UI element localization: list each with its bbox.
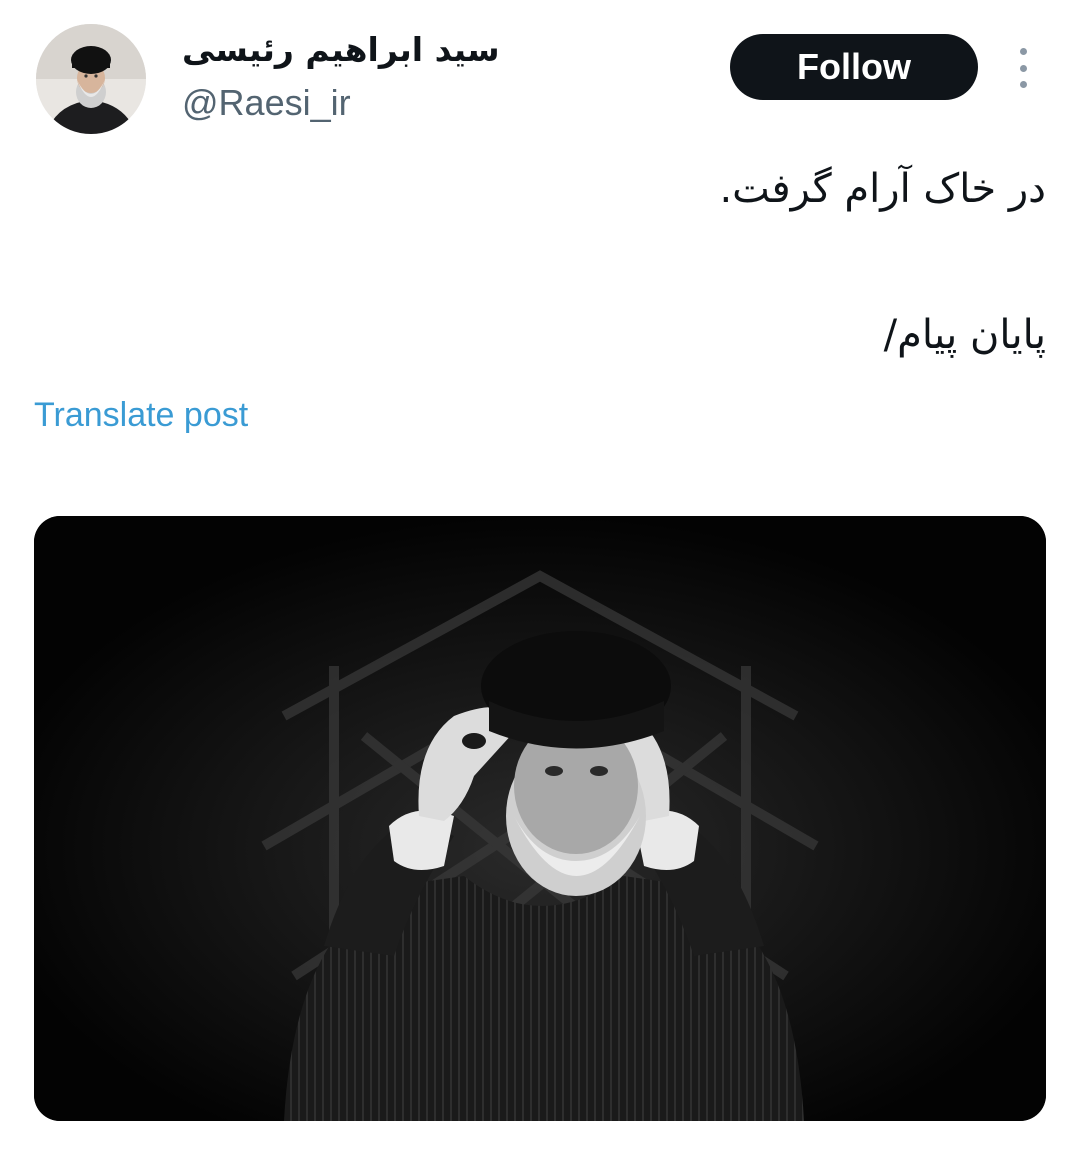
dot xyxy=(1019,64,1027,72)
tweet-post: سید ابراهیم رئیسی @Raesi_ir Follow در خا… xyxy=(0,0,1080,1159)
author-display-name[interactable]: سید ابراهیم رئیسی xyxy=(182,30,500,69)
portrait-photo xyxy=(34,516,1046,1121)
post-media-image[interactable] xyxy=(34,516,1046,1121)
post-text-line: در خاک آرام گرفت. xyxy=(719,166,1046,212)
follow-button[interactable]: Follow xyxy=(730,34,978,100)
dot xyxy=(1019,48,1027,55)
translate-post-link[interactable]: Translate post xyxy=(34,396,248,435)
post-text-line: پایان پیام/ xyxy=(883,312,1046,358)
author-handle[interactable]: @Raesi_ir xyxy=(182,82,351,124)
avatar-photo xyxy=(36,24,146,134)
more-options-icon[interactable] xyxy=(1010,48,1036,88)
dot xyxy=(1019,81,1027,88)
author-avatar[interactable] xyxy=(36,24,146,134)
